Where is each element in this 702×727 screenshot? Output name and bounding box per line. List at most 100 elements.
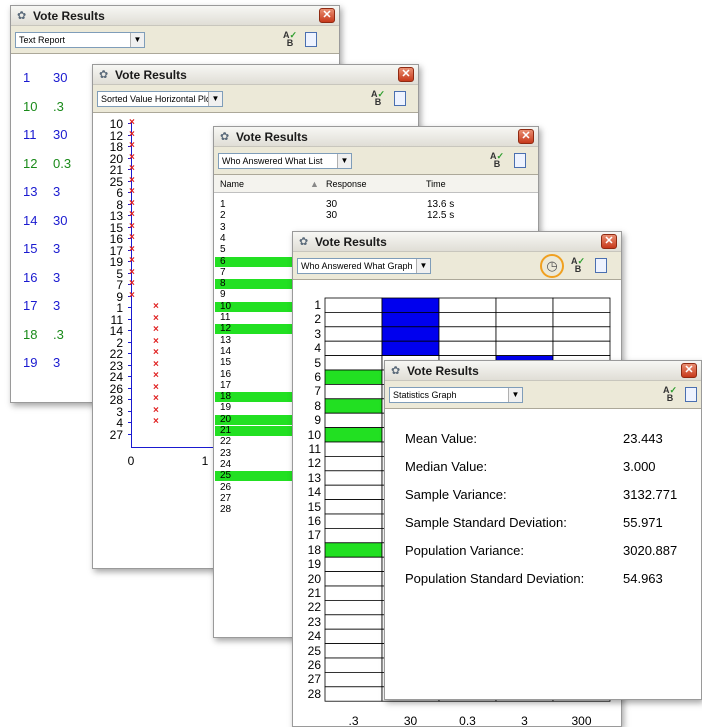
cell-time: 13.6 s: [427, 199, 455, 210]
grid-cell: [438, 297, 497, 313]
grid-cell: [324, 614, 383, 630]
row-label: 1: [314, 298, 321, 312]
sort-ab-icon[interactable]: A✓ B: [369, 90, 387, 108]
sort-ab-icon[interactable]: A✓ B: [661, 386, 679, 404]
chevron-down-icon[interactable]: ▼: [416, 259, 430, 273]
statistics-window: ✿ Vote Results ✕ Statistics Graph ▼ A✓ B …: [384, 360, 702, 700]
window-title: Vote Results: [315, 235, 387, 249]
plot-tick: [128, 341, 132, 343]
sort-ab-icon[interactable]: A✓ B: [281, 31, 299, 49]
close-button[interactable]: ✕: [601, 234, 617, 249]
title-bar[interactable]: ✿ Vote Results ✕: [214, 127, 538, 147]
print-preview-icon[interactable]: [595, 258, 607, 273]
cell-name: 4: [220, 232, 226, 244]
cell-name: 28: [220, 504, 232, 516]
vote-results-icon: ✿: [17, 10, 27, 22]
row-value: 3: [53, 355, 61, 370]
view-select[interactable]: Text Report ▼: [15, 32, 145, 48]
grid-cell: [324, 427, 383, 443]
vote-results-icon: ✿: [99, 69, 109, 81]
column-header-name[interactable]: Name: [220, 179, 244, 189]
cell-name: 7: [220, 266, 226, 278]
row-label: 24: [307, 629, 321, 644]
column-header-response[interactable]: Response: [326, 179, 367, 189]
vote-results-icon: ✿: [299, 236, 309, 248]
chevron-down-icon[interactable]: ▼: [508, 388, 522, 402]
row-label: 19: [307, 557, 321, 572]
grid-cell: [324, 599, 383, 616]
plot-tick: [128, 318, 132, 320]
print-preview-icon[interactable]: [305, 32, 317, 47]
column-label: .3: [348, 714, 359, 727]
row-name: 11: [23, 127, 37, 142]
row-label: 8: [314, 398, 321, 413]
row-label: 11: [308, 442, 321, 456]
close-button[interactable]: ✕: [681, 363, 697, 378]
print-preview-icon[interactable]: [394, 91, 406, 106]
plot-point: ×: [129, 197, 135, 209]
row-name: 18: [23, 326, 38, 342]
sort-ab-icon[interactable]: A✓ B: [569, 257, 587, 275]
cell-name: 23: [220, 447, 232, 459]
grid-cell: [495, 297, 554, 313]
column-header-time[interactable]: Time: [426, 179, 446, 189]
timer-icon[interactable]: ◷: [543, 257, 561, 275]
grid-cell: [552, 312, 611, 328]
plot-point: ×: [129, 232, 135, 243]
chevron-down-icon[interactable]: ▼: [337, 154, 351, 168]
row-value: 3: [53, 241, 61, 256]
toolbar: Text Report ▼ A✓ B: [11, 26, 339, 54]
title-bar[interactable]: ✿ Vote Results ✕: [293, 232, 621, 252]
close-button[interactable]: ✕: [398, 67, 414, 82]
cell-name: 27: [220, 492, 232, 504]
plot-point: ×: [153, 393, 159, 404]
plot-tick: [128, 307, 132, 308]
stat-label: Mean Value:: [405, 431, 478, 446]
table-row[interactable]: 2 30 12.5 s: [215, 211, 537, 221]
stat-value: 3132.771: [623, 487, 678, 502]
plot-point: ×: [153, 324, 159, 335]
grid-cell: [324, 527, 383, 544]
print-preview-icon[interactable]: [685, 387, 697, 402]
chevron-down-icon[interactable]: ▼: [130, 33, 144, 47]
view-select[interactable]: Sorted Value Horizontal Plot ▼: [97, 91, 223, 107]
cell-name: 14: [220, 345, 232, 357]
plot-tick: [128, 422, 132, 423]
print-preview-icon[interactable]: [514, 153, 526, 168]
plot-x-axis: [131, 447, 221, 448]
grid-cell: [381, 326, 440, 342]
cell-name: 11: [220, 312, 231, 323]
cell-name: 5: [220, 244, 226, 256]
view-select[interactable]: Who Answered What List ▼: [218, 153, 352, 169]
cell-name: 13: [220, 334, 232, 346]
grid-cell: [324, 470, 383, 486]
close-button[interactable]: ✕: [319, 8, 335, 23]
row-label: 16: [307, 514, 321, 528]
row-label: 10: [307, 427, 321, 442]
title-bar[interactable]: ✿ Vote Results ✕: [11, 6, 339, 26]
vote-results-icon: ✿: [220, 131, 230, 143]
window-title: Vote Results: [33, 9, 105, 23]
sort-ab-icon[interactable]: A✓ B: [488, 152, 506, 170]
row-value: 3: [53, 298, 61, 313]
view-select[interactable]: Statistics Graph ▼: [389, 387, 523, 403]
cell-name: 8: [220, 278, 226, 290]
title-bar[interactable]: ✿ Vote Results ✕: [385, 361, 701, 381]
toolbar: Sorted Value Horizontal Plot ▼ A✓ B: [93, 85, 418, 113]
plot-row-label: 27: [109, 427, 123, 442]
view-select[interactable]: Who Answered What Graph ▼: [297, 258, 431, 274]
x-tick-label: 1: [201, 454, 209, 468]
row-label: 2: [314, 312, 321, 327]
close-button[interactable]: ✕: [518, 129, 534, 144]
table-row[interactable]: 1 30 13.6 s: [215, 200, 537, 210]
row-label: 23: [307, 614, 321, 629]
row-label: 7: [314, 384, 321, 399]
stat-value: 54.963: [623, 571, 663, 586]
row-label: 4: [314, 341, 321, 356]
title-bar[interactable]: ✿ Vote Results ✕: [93, 65, 418, 85]
plot-point: ×: [129, 117, 135, 128]
chevron-down-icon[interactable]: ▼: [208, 92, 222, 106]
row-label: 3: [314, 326, 321, 341]
row-label: 12: [307, 456, 321, 471]
stat-label: Sample Variance:: [405, 487, 507, 502]
